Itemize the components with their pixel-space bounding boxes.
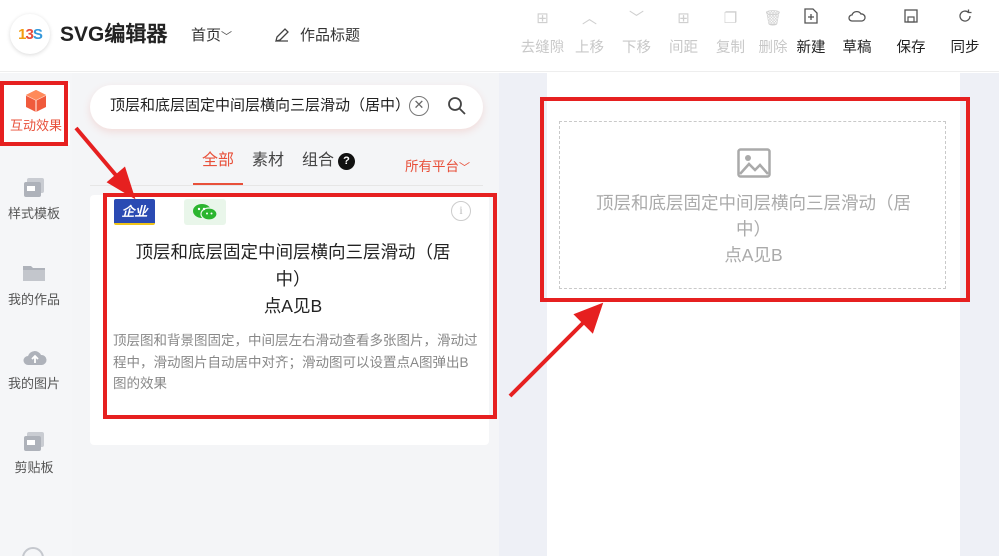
tab-combos[interactable]: 组合? bbox=[293, 151, 364, 185]
home-menu[interactable]: 首页﹀ bbox=[191, 24, 232, 45]
delete-icon: 🗑︎ bbox=[763, 10, 783, 27]
sync-button[interactable]: 同步 bbox=[938, 8, 992, 57]
app-logo[interactable]: 13S bbox=[10, 14, 50, 54]
card-title-line: 顶层和底层固定中间层横向三层滑动（居 bbox=[135, 242, 451, 262]
card-title-line: 点A见B bbox=[263, 296, 323, 316]
platform-label: 所有平台 bbox=[405, 159, 459, 174]
effect-placeholder[interactable]: 顶层和底层固定中间层横向三层滑动（居 中） 点A见B bbox=[559, 121, 946, 289]
pencil-icon bbox=[275, 27, 289, 42]
nav-item-label: 样式模板 bbox=[7, 206, 60, 221]
cloud-upload-icon bbox=[22, 347, 47, 369]
nav-item-label: 我的图片 bbox=[7, 376, 60, 391]
card-title-line: 中） bbox=[275, 269, 311, 289]
clear-icon[interactable]: ✕ bbox=[409, 96, 429, 116]
placeholder-line: 中） bbox=[736, 219, 771, 239]
tab-label: 组合 bbox=[302, 152, 335, 169]
help-icon[interactable]: ? bbox=[338, 153, 356, 170]
new-file-icon bbox=[792, 8, 830, 30]
doc-title: 作品标题 bbox=[300, 27, 361, 44]
clipboard-icon bbox=[22, 431, 46, 453]
card-description: 顶层图和背景图固定，中间层左右滑动查看多张图片，滑动过程中，滑动图片自动居中对齐… bbox=[113, 333, 478, 391]
info-icon[interactable]: i bbox=[451, 201, 471, 221]
doc-title-edit[interactable]: 作品标题 bbox=[274, 24, 360, 45]
enterprise-badge: 企业 bbox=[114, 199, 155, 225]
copy-icon: ❐ bbox=[723, 10, 738, 27]
effect-card[interactable]: 企业 i 顶层和底层固定中间层横向三层滑动（居 中） 点A见B 顶层图和背景图固… bbox=[90, 195, 489, 445]
wechat-icon bbox=[193, 204, 218, 221]
draft-button[interactable]: 草稿 bbox=[830, 8, 884, 57]
cloud-icon bbox=[830, 8, 884, 30]
nav-item-label: 我的作品 bbox=[7, 292, 60, 307]
search-input[interactable] bbox=[110, 96, 400, 113]
nav-item-label: 剪贴板 bbox=[14, 460, 54, 475]
wechat-badge bbox=[184, 199, 226, 225]
nav-item-interactive-effects[interactable]: 互动效果 bbox=[2, 83, 70, 145]
delete-button[interactable]: 🗑︎ 删除 bbox=[754, 8, 792, 57]
placeholder-line: 点A见B bbox=[724, 245, 783, 265]
nav-item-style-templates[interactable]: 样式模板 bbox=[0, 177, 68, 222]
more-icon[interactable] bbox=[22, 547, 44, 556]
tab-materials[interactable]: 素材 bbox=[243, 151, 293, 185]
placeholder-line: 顶层和底层固定中间层横向三层滑动（居 bbox=[596, 193, 911, 213]
toolbar: ⊞ 去缝隙 ︿ 上移 ﹀ 下移 ⊞ 间距 ❐ 复制 🗑︎ 删除 新建 草稿 保存… bbox=[519, 8, 992, 57]
nav-item-my-images[interactable]: 我的图片 bbox=[0, 347, 68, 392]
nav-item-my-works[interactable]: 我的作品 bbox=[0, 263, 68, 308]
effects-panel: ✕ 全部 素材 组合? 所有平台﹀ 企业 i 顶层和底层固定中间层横向三层滑动（… bbox=[72, 73, 499, 556]
nav-item-label: 互动效果 bbox=[9, 118, 62, 133]
left-nav: 互动效果 样式模板 我的作品 我的图片 剪贴板 bbox=[0, 73, 72, 556]
chevron-down-icon: ﹀ bbox=[459, 162, 470, 174]
gap-icon: ⊞ bbox=[536, 10, 549, 27]
save-button[interactable]: 保存 bbox=[884, 8, 938, 57]
template-icon bbox=[22, 177, 46, 199]
tab-all[interactable]: 全部 bbox=[193, 151, 244, 185]
cube-icon bbox=[24, 89, 48, 112]
sync-icon bbox=[938, 8, 992, 30]
remove-gap-button[interactable]: ⊞ 去缝隙 bbox=[519, 8, 566, 57]
nav-item-clipboard[interactable]: 剪贴板 bbox=[0, 431, 68, 476]
canvas-area: 顶层和底层固定中间层横向三层滑动（居 中） 点A见B bbox=[499, 73, 999, 556]
down-icon: ﹀ bbox=[628, 10, 644, 27]
chevron-down-icon: ﹀ bbox=[221, 31, 233, 43]
image-icon bbox=[737, 148, 771, 178]
home-menu-label: 首页 bbox=[191, 27, 222, 44]
placeholder-text: 顶层和底层固定中间层横向三层滑动（居 中） 点A见B bbox=[580, 190, 927, 268]
platform-filter[interactable]: 所有平台﹀ bbox=[405, 155, 470, 175]
search-icon[interactable] bbox=[447, 96, 467, 116]
category-tabs: 全部 素材 组合? bbox=[193, 151, 364, 187]
editor-canvas[interactable]: 顶层和底层固定中间层横向三层滑动（居 中） 点A见B bbox=[547, 73, 960, 556]
up-icon: ︿ bbox=[581, 10, 597, 27]
app-title: SVG编辑器 bbox=[60, 23, 168, 46]
top-header: 13S SVG编辑器 首页﹀ 作品标题 ⊞ 去缝隙 ︿ 上移 ﹀ 下移 ⊞ 间距… bbox=[0, 0, 999, 72]
save-icon bbox=[884, 8, 938, 30]
tab-divider bbox=[90, 185, 483, 186]
move-down-button[interactable]: ﹀ 下移 bbox=[613, 8, 660, 57]
card-title: 顶层和底层固定中间层横向三层滑动（居 中） 点A见B bbox=[118, 239, 468, 320]
spacing-icon: ⊞ bbox=[677, 10, 690, 27]
new-button[interactable]: 新建 bbox=[792, 8, 830, 57]
search-box: ✕ bbox=[90, 85, 483, 129]
spacing-button[interactable]: ⊞ 间距 bbox=[660, 8, 707, 57]
copy-button[interactable]: ❐ 复制 bbox=[707, 8, 754, 57]
move-up-button[interactable]: ︿ 上移 bbox=[566, 8, 613, 57]
folder-icon bbox=[22, 263, 46, 285]
